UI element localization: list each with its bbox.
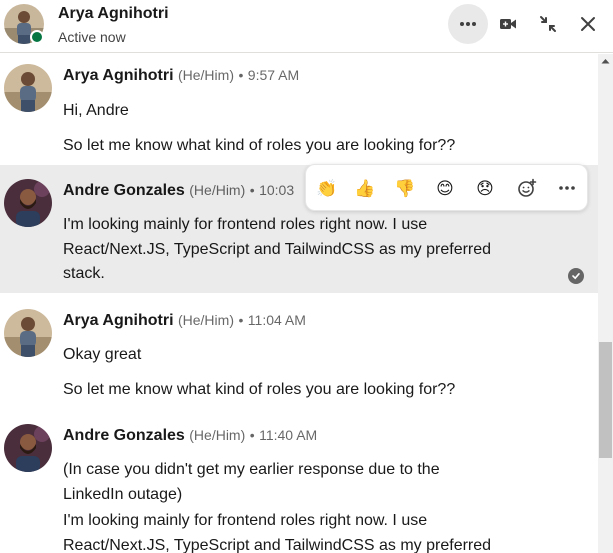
chat-contact-name[interactable]: Arya Agnihotri [58,5,169,23]
sender-pronouns: (He/Him) [177,312,234,328]
sender-name[interactable]: Arya Agnihotri [63,312,174,329]
sender-pronouns: (He/Him) [177,67,234,83]
message-group: Andre Gonzales (He/Him) • 11:40 AM (In c… [0,414,598,553]
scrollbar-thumb[interactable] [599,342,612,458]
sad-icon: 😞 [476,178,494,198]
chat-header: Arya Agnihotri Active now [0,0,613,53]
thumbs-up-icon: 👍 [354,178,376,198]
video-call-button[interactable] [488,4,528,44]
add-reaction-button[interactable] [515,176,539,200]
chevron-up-icon [601,59,610,64]
message-text: Okay great [63,346,142,363]
meta-separator: • [249,182,255,198]
message-text: So let me know what kind of roles you ar… [63,137,456,154]
reaction-toolbar: 👏 👍 👎 😊 😞 [305,164,588,211]
close-icon [581,17,595,31]
andre-avatar-image [4,179,52,227]
video-call-icon [500,19,516,29]
checkmark-icon [572,273,580,280]
minimize-button[interactable] [528,4,568,44]
clap-icon: 👏 [316,178,338,198]
online-status-dot [30,30,44,44]
thumbs-down-icon: 👎 [394,178,416,198]
avatar[interactable] [4,64,52,112]
scroll-up-arrow[interactable] [598,58,613,70]
message-text: I'm looking mainly for frontend roles ri… [63,512,492,553]
close-button[interactable] [568,4,608,44]
message-time: 11:40 AM [259,427,318,443]
more-reactions-button[interactable] [555,176,579,200]
thumbs-up-reaction-button[interactable]: 👍 [353,176,377,200]
message-group: Arya Agnihotri (He/Him) • 11:04 AM Okay … [0,299,598,409]
arya-avatar-image [4,64,52,112]
smile-reaction-button[interactable]: 😊 [433,176,457,200]
avatar[interactable] [4,424,52,472]
arya-avatar-image [4,309,52,357]
message-text: Hi, Andre [63,102,129,119]
meta-separator: • [238,312,244,328]
message-thread[interactable]: Arya Agnihotri (He/Him) • 9:57 AM Hi, An… [0,54,598,553]
message-text: (In case you didn't get my earlier respo… [63,461,440,503]
message-time: 10:03 [259,182,295,198]
thumbs-down-reaction-button[interactable]: 👎 [393,176,417,200]
message-meta: Arya Agnihotri (He/Him) • 11:04 AM [63,312,306,330]
meta-separator: • [238,67,244,83]
message-time: 11:04 AM [247,312,306,328]
sender-pronouns: (He/Him) [189,427,246,443]
more-horizontal-icon [559,186,575,190]
sender-name[interactable]: Arya Agnihotri [63,67,174,84]
message-meta: Andre Gonzales (He/Him) • 10:03 [63,182,294,200]
message-text: I'm looking mainly for frontend roles ri… [63,216,492,282]
smile-icon: 😊 [436,178,454,198]
andre-avatar-image [4,424,52,472]
message-text: So let me know what kind of roles you ar… [63,381,456,398]
avatar[interactable] [4,309,52,357]
message-time: 9:57 AM [247,67,300,83]
seen-check-icon [568,268,584,284]
avatar[interactable] [4,179,52,227]
message-meta: Arya Agnihotri (He/Him) • 9:57 AM [63,67,299,85]
more-horizontal-icon [460,22,476,26]
sad-reaction-button[interactable]: 😞 [473,176,497,200]
message-group: Arya Agnihotri (He/Him) • 9:57 AM Hi, An… [0,54,598,159]
sender-name[interactable]: Andre Gonzales [63,182,185,199]
clap-reaction-button[interactable]: 👏 [315,176,339,200]
meta-separator: • [249,427,255,443]
chat-contact-status: Active now [58,29,126,45]
message-meta: Andre Gonzales (He/Him) • 11:40 AM [63,427,317,445]
thread-scrollbar[interactable] [598,54,613,553]
add-reaction-icon [518,178,537,197]
minimize-icon [540,16,556,32]
more-options-button[interactable] [448,4,488,44]
sender-pronouns: (He/Him) [189,182,246,198]
sender-name[interactable]: Andre Gonzales [63,427,185,444]
